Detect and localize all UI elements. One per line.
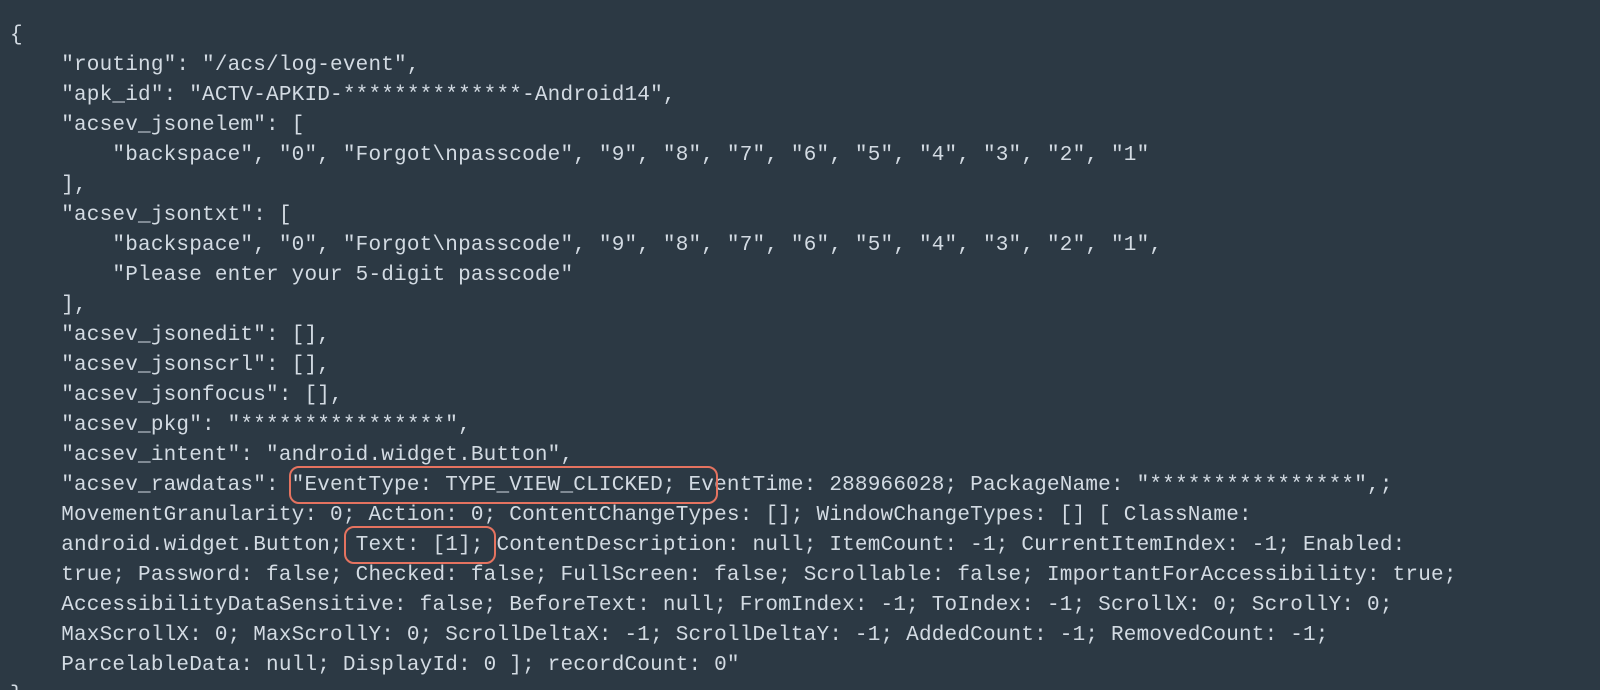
line-apk-id: "apk_id": "ACTV-APKID-**************-And…	[0, 84, 676, 107]
line-intent: "acsev_intent": "android.widget.Button",	[0, 444, 573, 467]
line-raw1: "acsev_rawdatas": "EventType: TYPE_VIEW_…	[0, 474, 1393, 497]
line-jsonscrl: "acsev_jsonscrl": [],	[0, 354, 330, 377]
line-jsontxt-close: ],	[0, 294, 87, 317]
line-raw2: MovementGranularity: 0; Action: 0; Conte…	[0, 504, 1252, 527]
code-viewer: { "routing": "/acs/log-event", "apk_id":…	[0, 21, 1600, 690]
line-raw7: ParcelableData: null; DisplayId: 0 ]; re…	[0, 654, 740, 677]
line-jsontxt-vals1: "backspace", "0", "Forgot\npasscode", "9…	[0, 234, 1162, 257]
line-raw6: MaxScrollX: 0; MaxScrollY: 0; ScrollDelt…	[0, 624, 1329, 647]
brace-close: }	[0, 684, 23, 690]
line-jsonedit: "acsev_jsonedit": [],	[0, 324, 330, 347]
json-code: { "routing": "/acs/log-event", "apk_id":…	[0, 21, 1600, 690]
line-pkg: "acsev_pkg": "****************",	[0, 414, 471, 437]
line-jsonelem-vals: "backspace", "0", "Forgot\npasscode", "9…	[0, 144, 1149, 167]
line-raw5: AccessibilityDataSensitive: false; Befor…	[0, 594, 1393, 617]
line-jsonfocus: "acsev_jsonfocus": [],	[0, 384, 343, 407]
line-raw4: true; Password: false; Checked: false; F…	[0, 564, 1457, 587]
brace-open: {	[0, 24, 23, 47]
line-raw3: android.widget.Button; Text: [1]; Conten…	[0, 534, 1405, 557]
line-jsontxt-vals2: "Please enter your 5-digit passcode"	[0, 264, 573, 287]
line-jsontxt-open: "acsev_jsontxt": [	[0, 204, 292, 227]
line-jsonelem-close: ],	[0, 174, 87, 197]
line-routing: "routing": "/acs/log-event",	[0, 54, 420, 77]
line-jsonelem-open: "acsev_jsonelem": [	[0, 114, 304, 137]
